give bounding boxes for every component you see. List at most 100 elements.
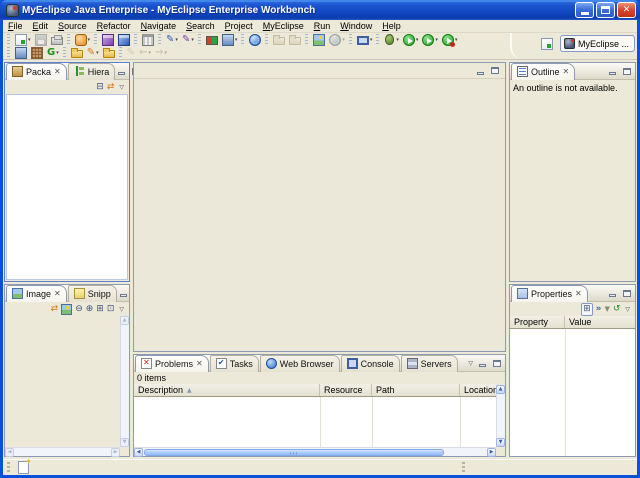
- forward-button[interactable]: →▾: [154, 46, 168, 59]
- fit-to-window-icon[interactable]: ⊡: [107, 304, 115, 315]
- problems-vertical-scrollbar[interactable]: ▲ ▼: [496, 385, 505, 447]
- scroll-down-icon[interactable]: ▼: [120, 438, 129, 447]
- dropdown-icon[interactable]: ▾: [342, 37, 345, 43]
- column-value[interactable]: Value: [565, 316, 635, 328]
- column-property[interactable]: Property: [510, 316, 565, 328]
- tab-image[interactable]: Image ✕: [6, 285, 67, 302]
- dropdown-icon[interactable]: ▾: [396, 37, 399, 43]
- tab-properties[interactable]: Properties ✕: [511, 285, 588, 302]
- debug-button[interactable]: ▾: [383, 33, 400, 46]
- minimize-view-button[interactable]: [117, 287, 130, 299]
- new-ejb-project-button[interactable]: [101, 33, 115, 46]
- run-button[interactable]: ▾: [402, 33, 420, 46]
- close-tab-icon[interactable]: ✕: [54, 289, 61, 298]
- package-import-button[interactable]: [14, 46, 28, 59]
- minimize-view-button[interactable]: [606, 65, 619, 77]
- column-path[interactable]: Path: [372, 384, 460, 396]
- zoom-in-icon[interactable]: ⊕: [86, 304, 94, 315]
- close-tab-icon[interactable]: ✕: [563, 67, 570, 76]
- maximize-view-button[interactable]: [620, 65, 633, 77]
- dropdown-icon[interactable]: ▾: [235, 37, 238, 43]
- scroll-up-icon[interactable]: ▲: [120, 316, 129, 325]
- view-menu-icon[interactable]: ▽: [466, 360, 475, 367]
- waffle-button[interactable]: [30, 46, 44, 59]
- restore-default-icon[interactable]: ↺: [613, 304, 621, 315]
- show-categories-icon[interactable]: ⊞: [581, 303, 593, 316]
- dropdown-icon[interactable]: ▾: [88, 37, 91, 43]
- column-resource[interactable]: Resource: [320, 384, 372, 396]
- deploy-button[interactable]: [141, 33, 155, 46]
- open-perspective-button[interactable]: [538, 36, 556, 52]
- view-menu-icon[interactable]: ▽: [117, 84, 126, 91]
- close-tab-icon[interactable]: ✕: [196, 359, 203, 368]
- run-tool-a-button[interactable]: ✎▾: [165, 33, 179, 46]
- dropdown-icon[interactable]: ▾: [435, 37, 438, 43]
- dropdown-icon[interactable]: ▾: [164, 50, 167, 56]
- menu-navigate[interactable]: Navigate: [136, 20, 182, 32]
- run-tool-b-button[interactable]: ✎▾: [181, 33, 195, 46]
- dropdown-icon[interactable]: ▾: [416, 37, 419, 43]
- menu-source[interactable]: Source: [53, 20, 92, 32]
- last-edit-location-button[interactable]: ✎: [126, 46, 136, 59]
- snippets-button[interactable]: ▾: [356, 33, 374, 46]
- view-menu-icon[interactable]: ▽: [623, 306, 632, 313]
- menu-edit[interactable]: Edit: [28, 20, 54, 32]
- scroll-left-icon[interactable]: ◀: [5, 448, 14, 457]
- problems-horizontal-scrollbar[interactable]: ◀ ▶: [134, 447, 496, 456]
- mark-occurrences-button[interactable]: ✎▾: [86, 46, 100, 59]
- dropdown-icon[interactable]: ▾: [175, 37, 178, 43]
- jdbc-button[interactable]: ▾: [221, 33, 239, 46]
- save-button[interactable]: [34, 33, 48, 46]
- new-web-project-button[interactable]: [117, 33, 131, 46]
- open-resource-button[interactable]: [70, 46, 84, 59]
- stop-server-button[interactable]: ▾: [441, 33, 459, 46]
- web-browser-button[interactable]: [248, 33, 262, 46]
- view-menu-icon[interactable]: ▽: [117, 306, 126, 313]
- tab-tasks[interactable]: Tasks: [210, 355, 259, 372]
- close-folder-button[interactable]: [102, 46, 116, 59]
- titlebar[interactable]: MyEclipse Java Enterprise - MyEclipse En…: [0, 0, 640, 20]
- column-description[interactable]: Description ▲: [134, 384, 320, 396]
- tab-snippets[interactable]: Snipp: [68, 285, 117, 302]
- tab-console[interactable]: Console: [341, 355, 400, 372]
- menu-refactor[interactable]: Refactor: [92, 20, 136, 32]
- image-vertical-scrollbar[interactable]: ▲ ▼: [120, 316, 129, 447]
- scrollbar-thumb[interactable]: [144, 449, 444, 456]
- link-icon[interactable]: ⇄: [51, 304, 59, 315]
- restore-welcome-button[interactable]: ✦: [18, 461, 29, 474]
- print-button[interactable]: [50, 33, 64, 46]
- window-maximize-button[interactable]: [596, 2, 615, 18]
- myeclipse-wizard-button[interactable]: ▾: [74, 33, 92, 46]
- scroll-right-icon[interactable]: ▶: [111, 448, 120, 457]
- window-minimize-button[interactable]: [575, 2, 594, 18]
- collapse-all-icon[interactable]: ⊟: [96, 82, 104, 93]
- run-server-button[interactable]: ▾: [421, 33, 439, 46]
- dropdown-icon[interactable]: ▾: [191, 37, 194, 43]
- filter-icon[interactable]: ▼: [604, 304, 609, 315]
- tab-problems[interactable]: Problems ✕: [135, 355, 209, 372]
- dropdown-icon[interactable]: ▾: [28, 37, 31, 43]
- dropdown-icon[interactable]: ▾: [370, 37, 373, 43]
- menu-search[interactable]: Search: [181, 20, 220, 32]
- refresh-button[interactable]: G▾: [46, 46, 60, 59]
- tab-hierarchy[interactable]: Hiera: [68, 63, 116, 80]
- myeclipse-perspective-button[interactable]: MyEclipse ...: [560, 35, 635, 52]
- zoom-out-icon[interactable]: ⊖: [75, 304, 83, 315]
- minimize-view-button[interactable]: [606, 287, 619, 299]
- db-connector-button[interactable]: [205, 33, 219, 46]
- tab-web-browser[interactable]: Web Browser: [260, 355, 340, 372]
- dropdown-icon[interactable]: ▾: [56, 50, 59, 56]
- close-tab-icon[interactable]: ✕: [54, 67, 61, 76]
- link-with-editor-icon[interactable]: ⇄: [107, 82, 115, 93]
- maximize-view-button[interactable]: [620, 287, 633, 299]
- close-tab-icon[interactable]: ✕: [575, 289, 582, 298]
- refresh-folder-button[interactable]: [288, 33, 302, 46]
- maximize-view-button[interactable]: [490, 357, 503, 369]
- back-button[interactable]: ←▾: [138, 46, 152, 59]
- scroll-up-icon[interactable]: ▲: [496, 385, 505, 394]
- image-horizontal-scrollbar[interactable]: ◀ ▶: [5, 447, 120, 456]
- menu-window[interactable]: Window: [335, 20, 377, 32]
- open-folder-button[interactable]: [272, 33, 286, 46]
- menu-help[interactable]: Help: [377, 20, 406, 32]
- scroll-left-icon[interactable]: ◀: [134, 448, 143, 457]
